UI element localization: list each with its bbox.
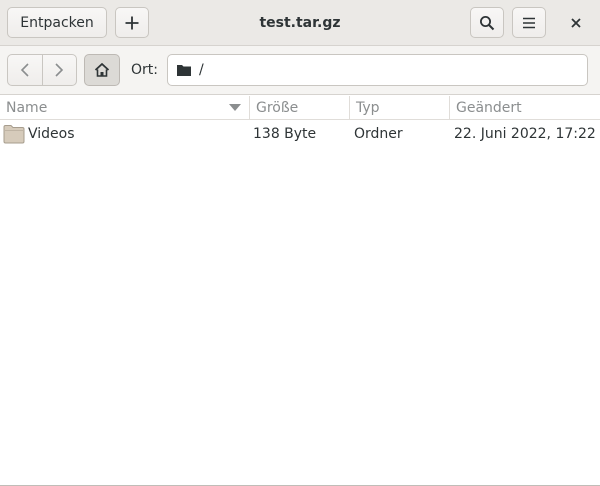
column-header-size[interactable]: Größe: [249, 96, 349, 120]
column-header-size-label: Größe: [256, 100, 299, 116]
folder-icon: [177, 65, 191, 76]
main-menu-button[interactable]: [512, 7, 546, 38]
home-button[interactable]: [84, 54, 120, 86]
plus-icon: [125, 16, 139, 29]
column-header-name[interactable]: Name: [0, 96, 249, 120]
file-modified: 22. Juni 2022, 17:22: [454, 126, 596, 142]
sort-descending-icon: [229, 104, 241, 111]
file-name-cell: Videos: [3, 121, 248, 147]
close-icon: [571, 18, 581, 28]
header-bar: Entpacken test.tar.gz: [0, 0, 600, 46]
table-row[interactable]: Videos 138 Byte Ordner 22. Juni 2022, 17…: [0, 121, 600, 147]
search-button[interactable]: [470, 7, 504, 38]
chevron-left-icon: [20, 63, 29, 77]
file-name: Videos: [28, 126, 75, 142]
file-list: Videos 138 Byte Ordner 22. Juni 2022, 17…: [0, 121, 600, 481]
column-header-modified[interactable]: Geändert: [449, 96, 600, 120]
location-path: /: [199, 62, 204, 78]
add-files-button[interactable]: [115, 7, 149, 38]
chevron-right-icon: [55, 63, 64, 77]
navigation-buttons: [7, 54, 77, 86]
location-field[interactable]: /: [167, 54, 588, 86]
window-title: test.tar.gz: [259, 15, 341, 31]
back-button[interactable]: [8, 55, 42, 85]
column-header-name-label: Name: [6, 100, 48, 116]
home-icon: [94, 63, 110, 77]
forward-button[interactable]: [41, 55, 76, 85]
hamburger-menu-icon: [523, 17, 535, 28]
file-size: 138 Byte: [253, 126, 317, 142]
archive-manager-window: Entpacken test.tar.gz Ort: / Name Größe …: [0, 0, 600, 486]
column-header-modified-label: Geändert: [456, 100, 522, 116]
file-type: Ordner: [354, 126, 403, 142]
search-icon: [480, 15, 495, 30]
column-header-bar: Name Größe Typ Geändert: [0, 96, 600, 120]
close-button[interactable]: [563, 10, 589, 36]
location-toolbar: Ort: /: [0, 46, 600, 95]
extract-button[interactable]: Entpacken: [7, 7, 107, 38]
column-header-type[interactable]: Typ: [349, 96, 449, 120]
location-label: Ort:: [131, 62, 158, 78]
folder-icon: [3, 125, 25, 144]
column-header-type-label: Typ: [356, 100, 380, 116]
